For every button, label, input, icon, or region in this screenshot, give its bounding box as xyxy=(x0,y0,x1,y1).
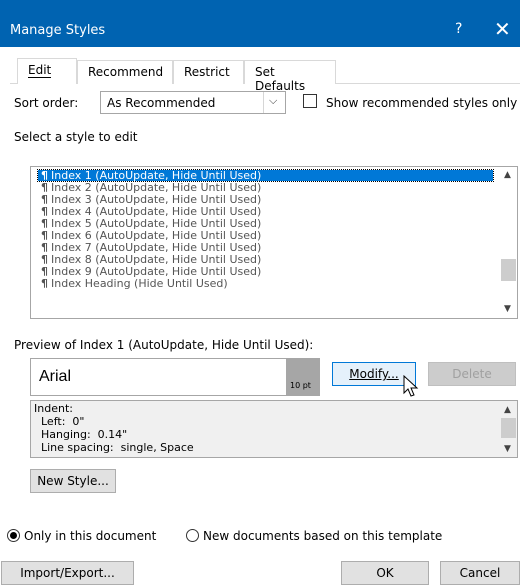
description-line: Indent: xyxy=(34,402,73,415)
only-this-document-label: Only in this document xyxy=(24,529,157,543)
window-title: Manage Styles xyxy=(10,23,106,38)
import-export-button[interactable]: Import/Export... xyxy=(1,561,134,585)
tab-restrict[interactable]: Restrict xyxy=(173,60,244,84)
font-size-label: 10 pt xyxy=(290,381,311,390)
tab-restrict-label: Restrict xyxy=(184,65,230,79)
mouse-pointer-icon xyxy=(403,375,419,397)
modify-button-label: Modify... xyxy=(349,367,399,381)
scrollbar-thumb[interactable] xyxy=(501,259,516,281)
delete-button-label: Delete xyxy=(452,367,492,381)
preview-label: Preview of Index 1 (AutoUpdate, Hide Unt… xyxy=(14,338,314,352)
close-button[interactable]: ✕ xyxy=(494,17,511,41)
cancel-button[interactable]: Cancel xyxy=(440,561,520,585)
pilcrow-icon: ¶ xyxy=(41,277,48,290)
description-scrollbar[interactable]: ▲ ▼ xyxy=(500,401,517,457)
show-recommended-label: Show recommended styles only xyxy=(326,96,518,110)
chevron-down-icon: ⌵ xyxy=(269,94,278,107)
sort-order-value: As Recommended xyxy=(107,96,216,110)
style-list[interactable]: ¶ Index 1 (AutoUpdate, Hide Until Used) ¶… xyxy=(30,166,518,319)
radio-selected-dot xyxy=(10,532,17,539)
style-item-label: Index Heading (Hide Until Used) xyxy=(51,277,228,290)
style-item-index-5[interactable]: ¶ Index 5 (AutoUpdate, Hide Until Used) xyxy=(41,218,496,229)
delete-button[interactable]: Delete xyxy=(428,362,516,386)
font-preview: Arial 10 pt xyxy=(30,358,320,396)
import-export-button-label: Import/Export... xyxy=(20,566,115,580)
style-description: Indent: Left: 0" Hanging: 0.14" Line spa… xyxy=(30,400,518,458)
only-this-document-radio[interactable] xyxy=(7,529,20,542)
scroll-down-icon[interactable]: ▼ xyxy=(504,443,511,455)
description-line: Left: 0" xyxy=(34,415,85,428)
style-item-index-7[interactable]: ¶ Index 7 (AutoUpdate, Hide Until Used) xyxy=(41,242,496,253)
tab-recommend-label: Recommend xyxy=(88,65,164,79)
new-documents-radio[interactable] xyxy=(186,529,199,542)
tab-edit[interactable]: Edit xyxy=(17,58,77,84)
style-item-index-6[interactable]: ¶ Index 6 (AutoUpdate, Hide Until Used) xyxy=(41,230,496,241)
dropdown-arrow-button[interactable]: ⌵ xyxy=(263,92,285,113)
scroll-down-icon[interactable]: ▼ xyxy=(504,304,511,314)
preview-font-name: Arial xyxy=(39,368,72,385)
new-documents-label: New documents based on this template xyxy=(203,529,443,543)
select-style-label: Select a style to edit xyxy=(14,130,138,144)
style-item-index-2[interactable]: ¶ Index 2 (AutoUpdate, Hide Until Used) xyxy=(41,182,496,193)
style-list-scrollbar[interactable]: ▲ ▼ xyxy=(500,167,517,318)
tab-edit-label: Edit xyxy=(28,63,52,78)
help-button[interactable]: ? xyxy=(455,21,462,37)
tab-set-defaults-label: Set Defaults xyxy=(255,65,306,93)
style-item-index-heading[interactable]: ¶ Index Heading (Hide Until Used) xyxy=(41,278,496,289)
style-item-index-3[interactable]: ¶ Index 3 (AutoUpdate, Hide Until Used) xyxy=(41,194,496,205)
show-recommended-checkbox[interactable] xyxy=(303,94,317,108)
sort-order-dropdown[interactable]: As Recommended ⌵ xyxy=(100,91,286,114)
tab-set-defaults[interactable]: Set Defaults xyxy=(244,60,336,93)
tab-recommend[interactable]: Recommend xyxy=(77,60,173,84)
new-style-button[interactable]: New Style... xyxy=(30,469,116,493)
style-item-index-8[interactable]: ¶ Index 8 (AutoUpdate, Hide Until Used) xyxy=(41,254,496,265)
scrollbar-thumb[interactable] xyxy=(501,418,516,438)
cancel-button-label: Cancel xyxy=(459,566,501,580)
new-style-button-label: New Style... xyxy=(37,474,109,488)
description-line: Hanging: 0.14" xyxy=(34,428,128,441)
style-item-index-4[interactable]: ¶ Index 4 (AutoUpdate, Hide Until Used) xyxy=(41,206,496,217)
font-size-box: 10 pt xyxy=(286,359,319,395)
description-line: Line spacing: single, Space xyxy=(34,441,194,454)
sort-order-label: Sort order: xyxy=(14,96,79,110)
title-bar: Manage Styles ? ✕ xyxy=(0,0,520,47)
ok-button[interactable]: OK xyxy=(341,561,429,585)
style-item-index-9[interactable]: ¶ Index 9 (AutoUpdate, Hide Until Used) xyxy=(41,266,496,277)
style-item-index-1[interactable]: ¶ Index 1 (AutoUpdate, Hide Until Used) xyxy=(37,169,494,182)
ok-button-label: OK xyxy=(376,566,394,580)
scroll-up-icon[interactable]: ▲ xyxy=(504,404,511,416)
scroll-up-icon[interactable]: ▲ xyxy=(504,170,511,180)
